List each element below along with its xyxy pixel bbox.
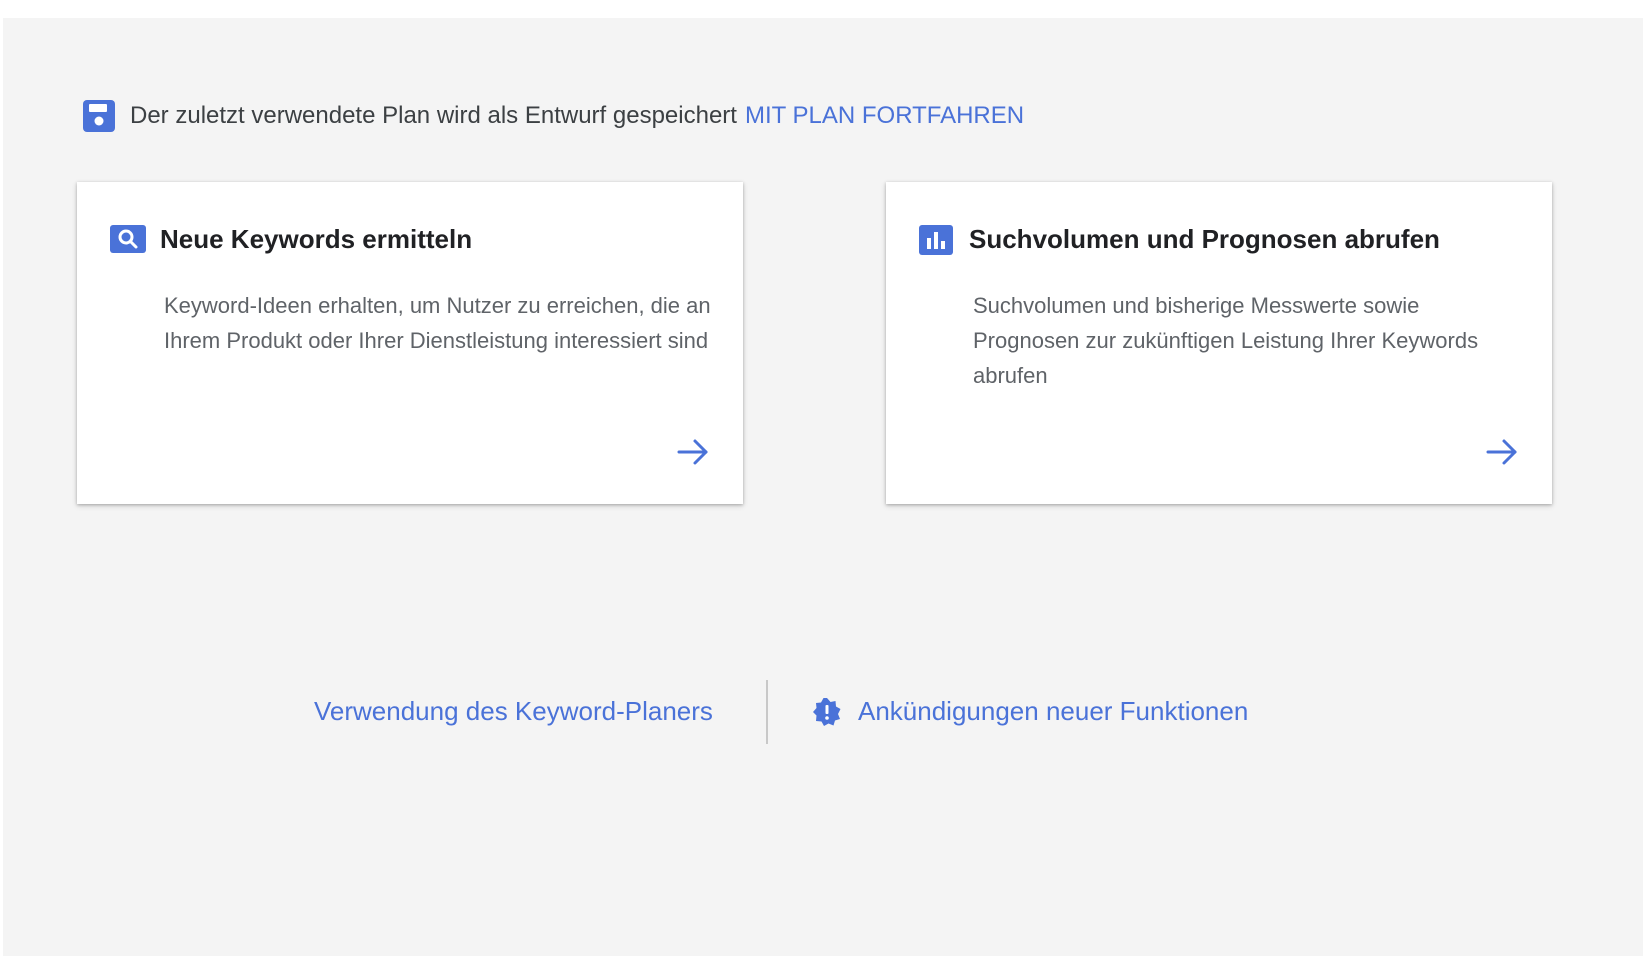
card-header: Suchvolumen und Prognosen abrufen <box>919 224 1440 255</box>
discover-keywords-card[interactable]: Neue Keywords ermitteln Keyword-Ideen er… <box>77 182 743 504</box>
search-icon <box>110 224 146 255</box>
card-title: Neue Keywords ermitteln <box>160 224 473 254</box>
card-header: Neue Keywords ermitteln <box>110 224 472 255</box>
search-volume-forecast-card[interactable]: Suchvolumen und Prognosen abrufen Suchvo… <box>886 182 1552 504</box>
footer-divider <box>766 680 768 744</box>
card-title: Suchvolumen und Prognosen abrufen <box>969 224 1440 254</box>
card-description: Keyword-Ideen erhalten, um Nutzer zu err… <box>164 293 711 353</box>
draft-notice: Der zuletzt verwendete Plan wird als Ent… <box>82 98 1024 134</box>
continue-plan-link[interactable]: MIT PLAN FORTFAHREN <box>745 102 1024 130</box>
bar-chart-icon <box>919 224 955 255</box>
arrow-right-icon[interactable] <box>675 434 711 470</box>
new-badge-icon <box>812 697 842 727</box>
announcements-link-label: Ankündigungen neuer Funktionen <box>858 696 1249 726</box>
card-description: Suchvolumen und bisherige Messwerte sowi… <box>973 293 1479 388</box>
announcements-link[interactable]: Ankündigungen neuer Funktionen <box>812 696 1248 727</box>
save-icon <box>82 99 116 133</box>
draft-notice-text: Der zuletzt verwendete Plan wird als Ent… <box>130 102 737 129</box>
keyword-planner-help-link[interactable]: Verwendung des Keyword-Planers <box>314 696 713 727</box>
footer: Verwendung des Keyword-Planers Ankündigu… <box>0 680 1647 744</box>
arrow-right-icon[interactable] <box>1484 434 1520 470</box>
